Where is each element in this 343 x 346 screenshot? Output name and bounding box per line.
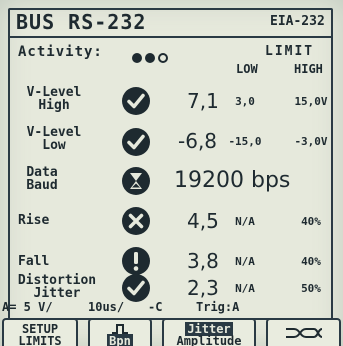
row-label-line2: Jitter <box>33 286 81 301</box>
row-high-vlevel-low: -3,0V <box>294 135 328 148</box>
limit-low-header: LOW <box>236 62 258 76</box>
bpn-button[interactable]: Bpn <box>88 318 152 346</box>
standard-label: EIA-232 <box>270 14 325 29</box>
row-low-vlevel-high: 3,0 <box>235 95 255 108</box>
row-label-distortion-jitter: Distortion Jitter <box>14 274 100 300</box>
row-label-line2: High <box>38 98 70 113</box>
row-low-distortion-jitter: N/A <box>235 282 255 295</box>
hourglass-icon <box>121 166 151 196</box>
cross-icon <box>121 206 151 236</box>
softkey-label-line2: LIMITS <box>18 334 62 346</box>
row-high-fall: 40% <box>301 255 321 268</box>
row-value-fall: 3,8 <box>187 249 219 273</box>
row-label-fall: Fall <box>18 254 50 269</box>
row-label-vlevel-low: V-Level Low <box>18 126 90 152</box>
check-icon <box>121 273 151 303</box>
check-icon <box>121 127 151 157</box>
row-value-vlevel-high: 7,1 <box>187 89 219 113</box>
meter-screen: BUS RS-232 EIA-232 Activity: LIMIT LOW H… <box>0 0 343 346</box>
channel-scale: A= 5 V/ <box>2 300 53 314</box>
row-value-distortion-jitter: 2,3 <box>187 276 219 300</box>
activity-indicator-2 <box>145 53 155 63</box>
row-label-line2: Baud <box>26 178 58 193</box>
row-value-vlevel-low: -6,8 <box>178 129 218 153</box>
jitter-amplitude-button[interactable]: Jitter Amplitude <box>162 318 256 346</box>
row-label-rise: Rise <box>18 213 50 228</box>
timebase: 10us/ <box>88 300 125 314</box>
row-low-fall: N/A <box>235 255 255 268</box>
exclamation-icon <box>121 246 151 276</box>
check-icon <box>121 86 151 116</box>
setup-limits-button[interactable]: SETUP LIMITS <box>2 318 78 346</box>
eye-pattern-button[interactable] <box>266 318 341 346</box>
row-label-line2: Low <box>42 138 66 153</box>
eye-pattern-icon <box>268 323 339 345</box>
trigger-status: Trig:A <box>196 300 240 314</box>
row-value-data-baud: 19200 bps <box>174 168 291 193</box>
row-label-data-baud: Data Baud <box>12 166 72 192</box>
row-value-rise: 4,5 <box>187 209 219 233</box>
row-high-distortion-jitter: 50% <box>301 282 321 295</box>
limit-high-header: HIGH <box>294 62 323 76</box>
softkey-bar: SETUP LIMITS Bpn Jitter Amplitude <box>0 318 343 346</box>
activity-indicator-3 <box>158 53 168 63</box>
page-title: BUS RS-232 <box>16 10 147 34</box>
row-low-vlevel-low: -15,0 <box>228 135 262 148</box>
coupling: -C <box>148 300 163 314</box>
activity-indicator-1 <box>132 53 142 63</box>
title-divider <box>8 36 333 38</box>
row-label-vlevel-high: V-Level High <box>18 86 90 112</box>
softkey-label-line2: Amplitude <box>176 334 242 346</box>
limit-header: LIMIT <box>265 44 315 59</box>
activity-label: Activity: <box>18 44 103 60</box>
softkey-label-line2: Bpn <box>107 334 133 346</box>
row-high-vlevel-high: 15,0V <box>294 95 328 108</box>
row-high-rise: 40% <box>301 215 321 228</box>
row-low-rise: N/A <box>235 215 255 228</box>
